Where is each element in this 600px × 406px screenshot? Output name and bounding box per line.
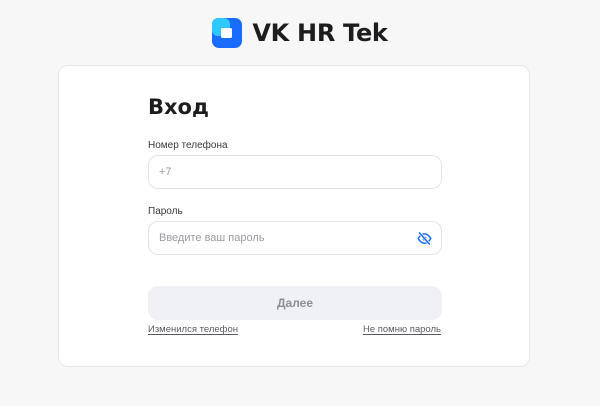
next-button[interactable]: Далее bbox=[148, 286, 442, 320]
phone-changed-link[interactable]: Изменился телефон bbox=[148, 324, 238, 335]
brand: VK HR Tek bbox=[212, 18, 388, 48]
password-label: Пароль bbox=[148, 206, 183, 217]
phone-label: Номер телефона bbox=[148, 140, 228, 151]
vk-hr-tek-logo-icon bbox=[212, 18, 243, 48]
login-card: Вход Номер телефона Пароль Далее Изменил… bbox=[58, 65, 530, 367]
password-field-wrapper bbox=[148, 221, 442, 255]
phone-input[interactable] bbox=[149, 156, 441, 188]
phone-field-wrapper bbox=[148, 155, 442, 189]
password-input[interactable] bbox=[149, 222, 441, 254]
forgot-password-link[interactable]: Не помню пароль bbox=[363, 324, 441, 335]
header: VK HR Tek bbox=[0, 0, 600, 66]
page-title: Вход bbox=[148, 95, 209, 119]
eye-off-icon[interactable] bbox=[417, 231, 432, 246]
brand-name: VK HR Tek bbox=[252, 19, 388, 47]
